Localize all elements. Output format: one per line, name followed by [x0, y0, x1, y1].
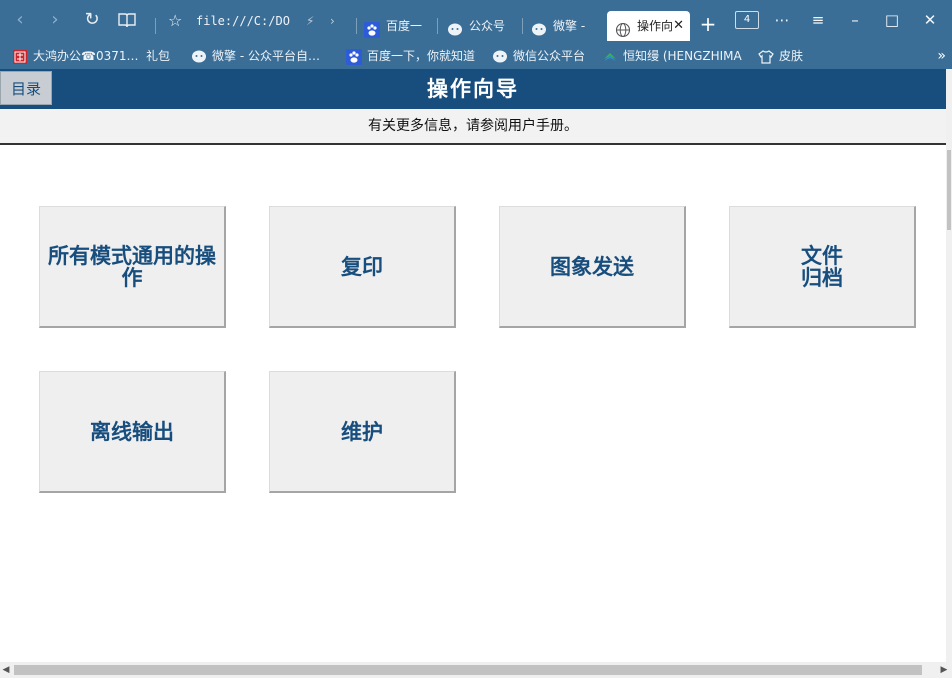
lightning-icon[interactable]: ⚡	[306, 9, 314, 33]
vertical-scroll-thumb[interactable]	[947, 150, 951, 230]
bookmark-label: 皮肤	[779, 49, 804, 63]
wechat-icon	[447, 19, 463, 35]
bookmark-item[interactable]: 恒知缦 (HENGZHIMAN…	[602, 46, 742, 66]
tab-label: 百度一	[386, 19, 423, 33]
seal-icon	[12, 49, 28, 65]
page-header: 操作向导 目录	[0, 69, 946, 109]
bookmark-label: 微擎 - 公众平台自…	[212, 49, 320, 63]
bookmark-label: 大鸿办公☎0371…	[33, 49, 139, 63]
reading-mode-icon[interactable]	[115, 8, 139, 32]
wechat-icon	[191, 49, 207, 65]
scroll-right-icon[interactable]: ▶	[938, 662, 950, 678]
minimize-icon[interactable]: –	[840, 8, 870, 32]
menu-icon[interactable]: ≡	[803, 8, 833, 32]
bookmarks-bar: 大鸿办公☎0371… 礼包 微擎 - 公众平台自… 百度一下，你就知道 微信公众…	[0, 42, 952, 69]
forward-icon[interactable]: ›	[43, 8, 67, 32]
separator	[437, 18, 438, 34]
paw-icon	[346, 48, 362, 65]
bookmark-label: 百度一下，你就知道	[367, 49, 476, 63]
info-bar: 有关更多信息，请参阅用户手册。	[0, 109, 946, 145]
more-icon[interactable]: ⋯	[767, 8, 797, 32]
close-icon[interactable]: ✕	[673, 11, 684, 41]
tile-maintenance[interactable]: 维护	[269, 371, 456, 493]
separator	[155, 18, 156, 34]
refresh-icon[interactable]: ↻	[80, 8, 104, 32]
tab-operation-guide[interactable]: 操作向 ✕	[607, 11, 690, 41]
horizontal-scroll-thumb[interactable]	[14, 665, 922, 675]
bookmark-item[interactable]: 皮肤	[758, 46, 803, 66]
tab-bar: ‹ › ↻ ☆ file:///C:/DO ⚡ › 百度一 公众号 微擎 - 操…	[0, 0, 952, 42]
tile-copy[interactable]: 复印	[269, 206, 456, 328]
paw-icon	[364, 19, 380, 38]
bookmark-label: 恒知缦 (HENGZHIMAN…	[623, 49, 742, 63]
tile-image-send[interactable]: 图象发送	[499, 206, 686, 328]
back-icon[interactable]: ‹	[8, 8, 32, 32]
double-chevron-icon[interactable]: »	[937, 46, 946, 66]
wechat-icon	[531, 19, 547, 35]
bookmark-label: 礼包	[146, 49, 171, 63]
bookmark-label: 微信公众平台	[513, 49, 586, 63]
tab-weiqing[interactable]: 微擎 -	[531, 11, 595, 41]
chevron-right-icon[interactable]: ›	[330, 9, 335, 33]
star-icon[interactable]: ☆	[168, 9, 182, 33]
separator	[356, 18, 357, 34]
address-bar[interactable]: ☆ file:///C:/DO ⚡ ›	[168, 9, 348, 33]
separator	[522, 18, 523, 34]
tile-common-operations[interactable]: 所有模式通用的操作	[39, 206, 226, 328]
globe-icon	[615, 19, 631, 37]
tab-label: 公众号	[469, 19, 506, 33]
bookmark-item[interactable]: 微信公众平台	[492, 46, 585, 66]
leaf-icon	[602, 49, 618, 65]
address-url: file:///C:/DO	[196, 14, 290, 28]
tile-document-filing[interactable]: 文件 归档	[729, 206, 916, 328]
bookmark-item[interactable]: 百度一下，你就知道	[346, 46, 475, 66]
tab-label: 操作向	[637, 19, 674, 33]
browser-chrome: ‹ › ↻ ☆ file:///C:/DO ⚡ › 百度一 公众号 微擎 - 操…	[0, 0, 952, 69]
tab-gongzhonghao[interactable]: 公众号	[447, 11, 513, 41]
shirt-icon	[758, 49, 774, 65]
new-tab-icon[interactable]: +	[698, 12, 718, 36]
page-title: 操作向导	[427, 77, 519, 101]
scroll-left-icon[interactable]: ◀	[0, 662, 12, 678]
wechat-icon	[492, 49, 508, 65]
maximize-icon[interactable]: □	[877, 8, 907, 32]
close-window-icon[interactable]: ✕	[915, 8, 945, 32]
toc-button[interactable]: 目录	[0, 71, 52, 105]
tab-baidu[interactable]: 百度一	[364, 11, 428, 41]
tab-count[interactable]: 4	[735, 11, 759, 29]
bookmark-item[interactable]: 礼包	[146, 46, 170, 66]
bookmark-item[interactable]: 微擎 - 公众平台自…	[191, 46, 320, 66]
tab-label: 微擎 -	[553, 19, 586, 33]
bookmark-item[interactable]: 大鸿办公☎0371…	[12, 46, 139, 66]
tile-offline-output[interactable]: 离线输出	[39, 371, 226, 493]
